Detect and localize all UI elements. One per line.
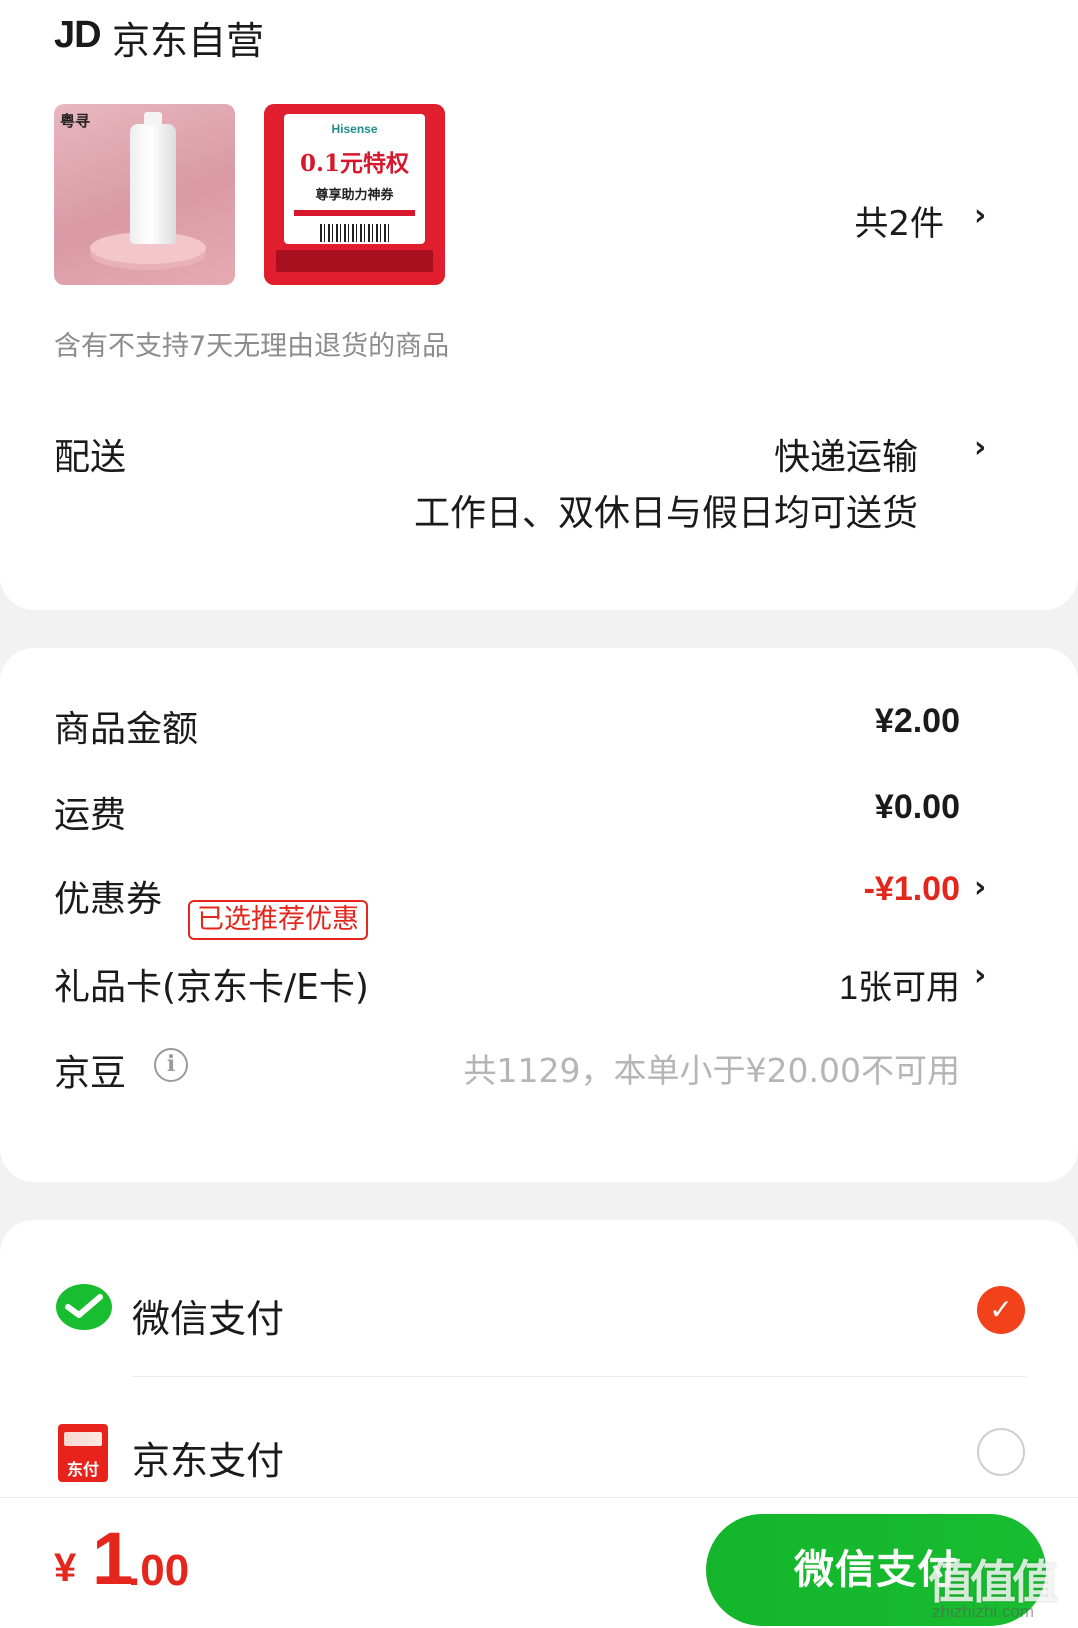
- product-subtitle: 尊享助力神券: [315, 188, 394, 203]
- total-amount-integer: 1: [92, 1517, 134, 1600]
- product-brand-text: 粤寻: [60, 112, 91, 130]
- product-tube-shape: [130, 112, 176, 244]
- jd-logo: JD: [54, 14, 102, 56]
- payment-option-wechat[interactable]: 微信支付 ✓: [0, 1220, 1078, 1370]
- coupon-product-card: Hisense 0.1元特权 尊享助力神券: [284, 114, 425, 244]
- store-name: 京东自营: [112, 19, 265, 63]
- shipping-time[interactable]: 工作日、双休日与假日均可送货: [414, 484, 918, 536]
- coupon-value[interactable]: -¥1.00: [864, 870, 960, 909]
- radio-selected-icon[interactable]: ✓: [977, 1286, 1025, 1334]
- payment-option-label: 京东支付: [132, 1439, 285, 1483]
- radio-unselected-icon[interactable]: [977, 1428, 1025, 1476]
- giftcard-value[interactable]: 1张可用: [839, 960, 960, 1009]
- price-card: 商品金额 ¥2.00 运费 ¥0.00 优惠券 已选推荐优惠 -¥1.00 › …: [0, 648, 1078, 1182]
- divider: [132, 1376, 1026, 1377]
- total-currency: ¥: [54, 1546, 77, 1590]
- shipping-label: 配送: [54, 437, 127, 478]
- info-icon[interactable]: i: [154, 1048, 188, 1082]
- payment-card: 微信支付 ✓ 东付 京东支付: [0, 1220, 1078, 1497]
- payment-option-jdpay[interactable]: 东付 京东支付: [0, 1378, 1078, 1497]
- chevron-right-icon[interactable]: ›: [974, 430, 986, 465]
- jd-beans-label: 京豆: [54, 1053, 127, 1094]
- chevron-right-icon[interactable]: ›: [974, 958, 986, 993]
- product-thumbnail[interactable]: Hisense 0.1元特权 尊享助力神券: [264, 104, 445, 285]
- goods-amount-label: 商品金额: [54, 709, 199, 750]
- chevron-right-icon[interactable]: ›: [974, 198, 986, 233]
- coupon-selected-badge: 已选推荐优惠: [188, 900, 368, 940]
- chevron-right-icon[interactable]: ›: [974, 870, 986, 905]
- barcode-shape: [320, 224, 390, 242]
- coupon-label: 优惠券: [54, 879, 163, 920]
- item-count[interactable]: 共2件: [854, 196, 944, 245]
- giftcard-label: 礼品卡(京东卡/E卡): [54, 967, 369, 1008]
- product-brand-text: Hisense: [331, 122, 378, 136]
- payment-option-label: 微信支付: [132, 1297, 285, 1341]
- wechat-pay-icon: [56, 1284, 112, 1330]
- shipping-method[interactable]: 快递运输: [774, 428, 918, 480]
- store-card: JD 京东自营 粤寻 Hisense 0.1元特权 尊享助力神券 共2件 › 含…: [0, 0, 1078, 610]
- freight-label: 运费: [54, 795, 127, 836]
- product-headline: 0.1元特权: [299, 150, 409, 177]
- return-policy-note: 含有不支持7天无理由退货的商品: [54, 331, 450, 362]
- product-footer-shape: [276, 250, 433, 272]
- product-band-shape: [294, 210, 415, 216]
- bottom-bar: ¥ 1 .00 微信支付 值值值 zhizhizhi.com: [0, 1497, 1078, 1628]
- total-amount-decimal: .00: [128, 1546, 190, 1595]
- jd-pay-icon: 东付: [58, 1424, 108, 1482]
- product-thumbnail[interactable]: 粤寻: [54, 104, 235, 285]
- watermark-url: zhizhizhi.com: [932, 1602, 1035, 1621]
- jd-beans-note: 共1129，本单小于¥20.00不可用: [463, 1051, 960, 1090]
- goods-amount-value: ¥2.00: [874, 702, 960, 740]
- freight-value: ¥0.00: [874, 788, 960, 826]
